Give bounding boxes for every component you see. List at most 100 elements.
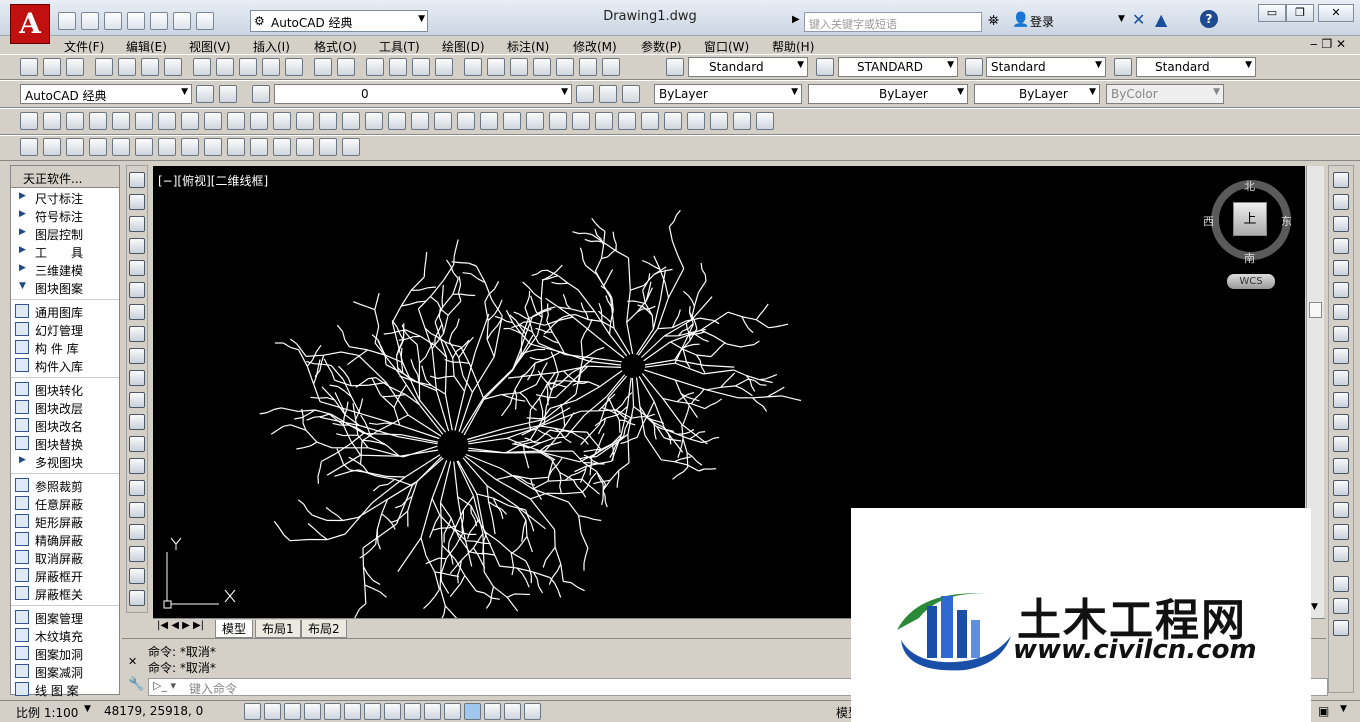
close-icon[interactable]: ✕ [128,655,137,668]
snap-midpoint-icon[interactable] [89,112,107,130]
panel-item[interactable]: 图块转化 [11,380,119,398]
menu-help[interactable]: 帮助(H) [772,38,814,55]
add-selected-icon[interactable] [129,590,145,606]
snap-endpoint-icon[interactable] [66,112,84,130]
wcs-menu[interactable]: WCS [1227,274,1275,289]
cut-icon[interactable] [193,58,211,76]
cone-icon[interactable] [687,112,705,130]
construction-line-icon[interactable] [129,194,145,210]
panel-item[interactable]: ▶ 尺寸标注 [11,188,119,206]
insert-block-icon[interactable] [129,414,145,430]
snap-from-icon[interactable] [43,112,61,130]
binoculars-icon[interactable]: ⛯ [988,13,999,29]
viewcube-top-face[interactable]: 上 [1233,202,1267,236]
scroll-thumb[interactable] [1309,302,1322,318]
panel-item[interactable]: 图块替换 [11,434,119,452]
menu-modify[interactable]: 修改(M) [573,38,617,55]
panel-item[interactable]: 屏蔽框开 [11,566,119,584]
snap-mode-toggle[interactable] [264,703,281,720]
box-3d-icon[interactable] [618,112,636,130]
layer-copy-icon[interactable] [319,138,337,156]
panel-item[interactable]: 幻灯管理 [11,320,119,338]
panel-item[interactable]: 矩形屏蔽 [11,512,119,530]
array-icon[interactable] [1333,260,1349,276]
mleader-style-icon[interactable] [1114,58,1132,76]
osnap-settings-icon[interactable] [388,112,406,130]
line-icon[interactable] [129,172,145,188]
fillet-icon[interactable] [1333,502,1349,518]
zoom-window-icon[interactable] [412,58,430,76]
preview-icon[interactable] [118,58,136,76]
application-menu-button[interactable]: A [10,4,50,44]
dim-style-select[interactable]: STANDARD ▼ [838,57,958,77]
properties-icon[interactable] [464,58,482,76]
print-icon[interactable] [150,12,168,30]
snap-none-icon[interactable] [365,112,383,130]
explode-icon[interactable] [1333,546,1349,562]
viewcube-south[interactable]: 南 [1244,250,1255,266]
circle-icon[interactable] [129,304,145,320]
point-icon[interactable] [129,458,145,474]
rectangle-icon[interactable] [129,260,145,276]
copy-icon[interactable] [216,58,234,76]
layer-lock-icon[interactable] [204,138,222,156]
dim-diameter-icon[interactable] [526,112,544,130]
panel-item[interactable]: 通用图库 [11,302,119,320]
snap-apparent-icon[interactable] [135,112,153,130]
annotation-scale[interactable]: 比例 1:100 [16,704,78,721]
snap-quadrant-icon[interactable] [204,112,222,130]
quick-props-toggle[interactable] [484,703,501,720]
sphere-icon[interactable] [641,112,659,130]
help-icon[interactable] [602,58,620,76]
join-icon[interactable] [1333,458,1349,474]
viewcube-west[interactable]: 西 [1203,213,1214,229]
make-current-icon[interactable] [576,85,594,103]
region-icon[interactable] [129,524,145,540]
dim-style-icon[interactable] [816,58,834,76]
snap-node-icon[interactable] [319,112,337,130]
gradient-icon[interactable] [129,502,145,518]
paste-block-icon[interactable] [262,58,280,76]
ducs-toggle[interactable] [404,703,421,720]
layer-select[interactable]: 0 ▼ [274,84,572,104]
save-icon[interactable] [66,58,84,76]
workspace-combo[interactable]: AutoCAD 经典 ▼ [20,84,192,104]
exchange-icon[interactable]: ✕ [1132,10,1145,29]
help-icon[interactable]: ? [1200,10,1218,28]
ellipse-icon[interactable] [129,370,145,386]
layer-unlock-icon[interactable] [227,138,245,156]
search-input[interactable]: 键入关键字或短语 [804,12,982,32]
close-button[interactable]: ✕ [1318,4,1354,22]
viewcube-east[interactable]: 东 [1281,213,1292,229]
autodesk-online-icon[interactable]: ▲ [1155,10,1167,29]
scroll-down-icon[interactable]: ▼ [1311,602,1318,612]
calculator-icon[interactable] [579,58,597,76]
panel-item[interactable]: 图案减洞 [11,662,119,680]
panel-item[interactable]: 参照裁剪 [11,476,119,494]
fullscreen-icon[interactable]: ▣ [1318,704,1329,718]
layer-properties-icon[interactable] [252,85,270,103]
panel-item[interactable]: 图块改层 [11,398,119,416]
panel-item[interactable]: ▼ 图块图案 [11,278,119,296]
layer-thaw-icon[interactable] [181,138,199,156]
zoom-previous-icon[interactable] [435,58,453,76]
clipboard-icon[interactable] [595,112,613,130]
polyline-icon[interactable] [129,216,145,232]
menu-window[interactable]: 窗口(W) [704,38,749,55]
menu-view[interactable]: 视图(V) [189,38,231,55]
revcloud-icon[interactable] [129,326,145,342]
sheet-set-icon[interactable] [533,58,551,76]
polar-toggle[interactable] [324,703,341,720]
menu-tools[interactable]: 工具(T) [379,38,420,55]
cylinder-icon[interactable] [664,112,682,130]
menu-insert[interactable]: 插入(I) [253,38,290,55]
redo-icon[interactable] [196,12,214,30]
infer-constraints-toggle[interactable] [244,703,261,720]
bulb-icon[interactable] [112,138,130,156]
paste-icon[interactable] [239,58,257,76]
user-icon[interactable]: 👤 [1012,12,1029,28]
dim-radius-icon[interactable] [503,112,521,130]
temp-track-icon[interactable] [20,112,38,130]
rotate-icon[interactable] [1333,304,1349,320]
menu-dimension[interactable]: 标注(N) [507,38,549,55]
